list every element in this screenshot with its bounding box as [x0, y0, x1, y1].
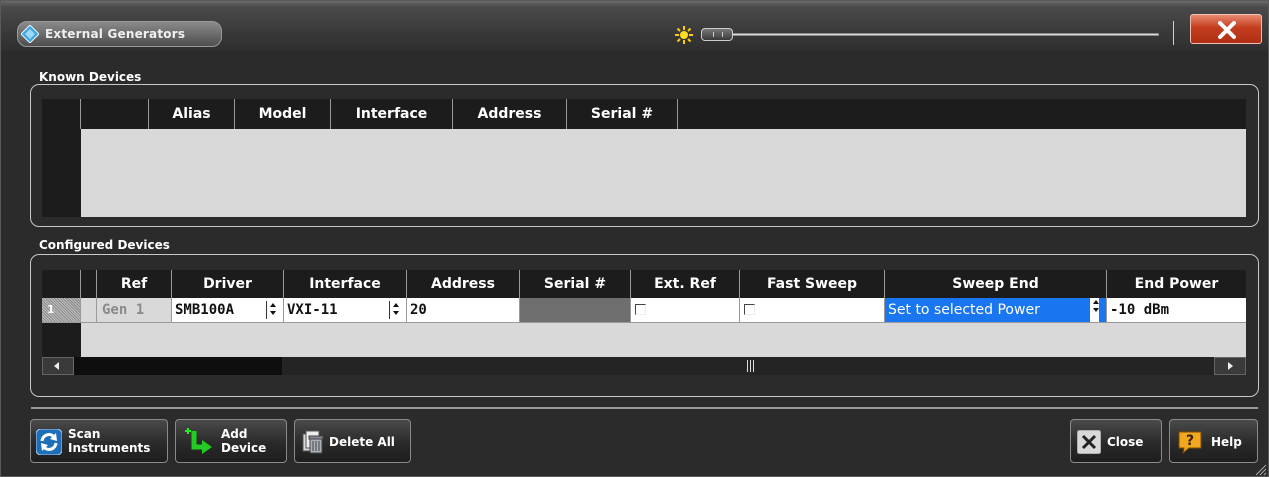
- add-device-button[interactable]: Add Device: [175, 419, 287, 463]
- close-x-icon: [1218, 21, 1236, 39]
- driver-select[interactable]: SMB100A: [172, 298, 284, 323]
- add-label-2: Device: [221, 441, 267, 455]
- external-generators-dialog: External Generators Known Devices Alias …: [0, 0, 1269, 477]
- sweep-end-spin-icon[interactable]: [1088, 298, 1099, 322]
- window-close-button[interactable]: [1190, 14, 1262, 44]
- delete-icon: [302, 430, 324, 454]
- sweep-end-select[interactable]: Set to selected Power: [885, 298, 1107, 323]
- help-icon: ?: [1178, 431, 1202, 455]
- driver-spin-icon[interactable]: [266, 301, 277, 319]
- add-label-1: Add: [221, 427, 248, 441]
- cfg-col-fast-sweep[interactable]: Fast Sweep: [740, 270, 885, 298]
- sun-icon[interactable]: [674, 25, 694, 45]
- refresh-icon: [36, 429, 62, 455]
- transparency-track: [701, 33, 1159, 36]
- horizontal-scrollbar[interactable]: [42, 357, 1246, 375]
- cfg-col-ref[interactable]: Ref: [97, 270, 172, 298]
- address-field[interactable]: 20: [407, 298, 520, 323]
- cfg-col-ext-ref[interactable]: Ext. Ref: [631, 270, 740, 298]
- scroll-grip-icon[interactable]: [747, 360, 754, 372]
- fast-sweep-checkbox[interactable]: [744, 304, 755, 315]
- scroll-left-button[interactable]: [42, 357, 74, 375]
- scroll-thumb[interactable]: [74, 357, 282, 375]
- interface-spin-icon[interactable]: [389, 301, 400, 319]
- end-power-value: -10 dBm: [1110, 302, 1170, 318]
- known-devices-label: Known Devices: [39, 70, 142, 84]
- serial-cell: [520, 298, 631, 323]
- table-row[interactable]: 1 Gen 1 SMB100A VXI-11 20 Set to selecte…: [42, 298, 1246, 323]
- empty-row-header: [42, 323, 81, 357]
- window-title: External Generators: [45, 27, 186, 41]
- known-col-model[interactable]: Model: [235, 99, 331, 129]
- cfg-col-driver[interactable]: Driver: [172, 270, 284, 298]
- scroll-right-button[interactable]: [1214, 357, 1246, 375]
- known-col-serial[interactable]: Serial #: [567, 99, 678, 129]
- ext-ref-cell: [631, 298, 740, 323]
- fast-sweep-cell: [740, 298, 885, 323]
- known-row-header: [42, 129, 81, 217]
- interface-select[interactable]: VXI-11: [284, 298, 407, 323]
- close-label: Close: [1107, 435, 1144, 449]
- scan-label-1: Scan: [68, 427, 101, 441]
- known-col-interface[interactable]: Interface: [331, 99, 453, 129]
- cfg-col-blank: [81, 270, 97, 298]
- known-devices-header: Alias Model Interface Address Serial #: [42, 99, 1246, 129]
- known-col-rowhdr: [42, 99, 81, 129]
- add-device-icon: [185, 428, 212, 454]
- help-label: Help: [1211, 435, 1242, 449]
- transparency-thumb[interactable]: [701, 28, 733, 41]
- close-button[interactable]: Close: [1070, 419, 1162, 463]
- row-number[interactable]: 1: [42, 298, 81, 323]
- cfg-col-end-power[interactable]: End Power: [1107, 270, 1246, 298]
- title-bar: External Generators: [1, 1, 1268, 51]
- title-separator: [1173, 21, 1174, 45]
- cfg-col-interface[interactable]: Interface: [284, 270, 407, 298]
- close-icon: [1077, 430, 1101, 454]
- delete-all-label: Delete All: [329, 435, 395, 449]
- sweep-end-value: Set to selected Power: [888, 302, 1040, 318]
- driver-value: SMB100A: [175, 302, 235, 318]
- app-icon: [21, 25, 39, 43]
- button-bar-separator: [31, 407, 1258, 409]
- configured-devices-table[interactable]: Ref Driver Interface Address Serial # Ex…: [42, 270, 1246, 357]
- delete-all-button[interactable]: Delete All: [294, 419, 411, 463]
- scan-instruments-button[interactable]: Scan Instruments: [30, 419, 168, 463]
- cfg-col-rowhdr: [42, 270, 81, 298]
- row-number-text: 1: [47, 303, 55, 316]
- cfg-col-serial[interactable]: Serial #: [520, 270, 631, 298]
- known-devices-table[interactable]: Alias Model Interface Address Serial #: [42, 99, 1246, 217]
- known-col-address[interactable]: Address: [453, 99, 567, 129]
- known-col-blank: [81, 99, 149, 129]
- ref-cell: Gen 1: [97, 298, 172, 323]
- cfg-col-sweep-end[interactable]: Sweep End: [885, 270, 1107, 298]
- end-power-field[interactable]: -10 dBm: [1107, 298, 1246, 323]
- help-button[interactable]: ? Help: [1169, 419, 1258, 463]
- configured-devices-header: Ref Driver Interface Address Serial # Ex…: [42, 270, 1246, 298]
- row-spacer: [81, 298, 97, 323]
- address-value: 20: [410, 302, 427, 318]
- ref-value: Gen 1: [102, 302, 145, 318]
- configured-devices-label: Configured Devices: [39, 238, 170, 252]
- resize-grip-icon[interactable]: [1253, 462, 1267, 476]
- transparency-slider[interactable]: [701, 28, 1159, 41]
- scan-label-2: Instruments: [68, 441, 151, 455]
- interface-value: VXI-11: [287, 302, 338, 318]
- ext-ref-checkbox[interactable]: [635, 304, 646, 315]
- svg-text:?: ?: [1186, 433, 1194, 449]
- known-col-alias[interactable]: Alias: [149, 99, 235, 129]
- cfg-col-address[interactable]: Address: [407, 270, 520, 298]
